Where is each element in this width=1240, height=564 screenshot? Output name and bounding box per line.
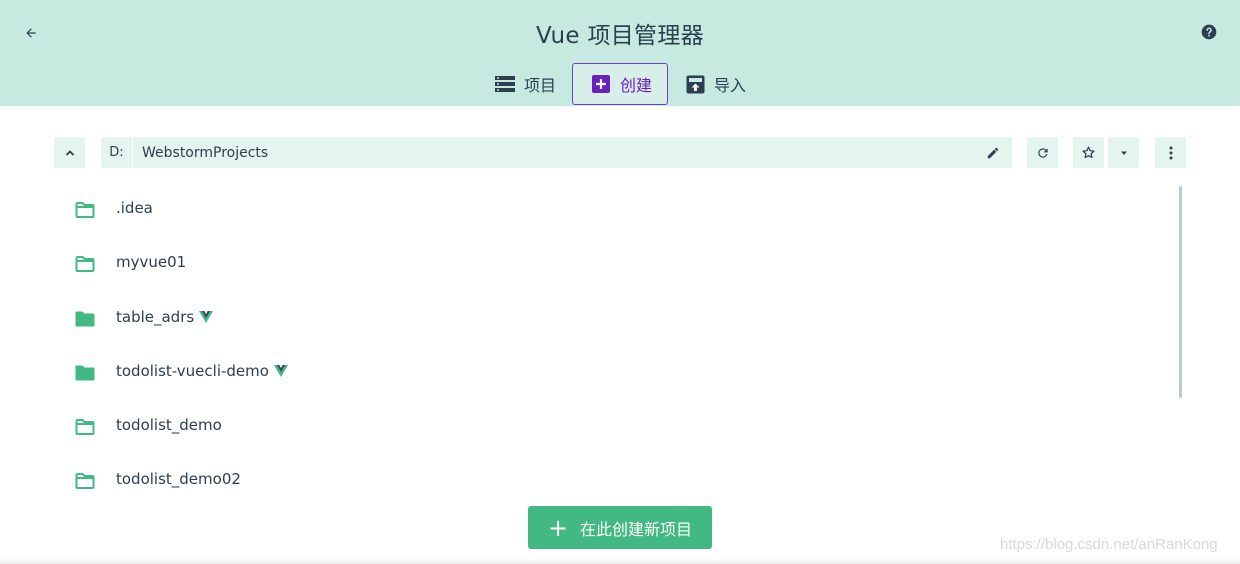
list-icon <box>495 74 515 94</box>
unarchive-icon <box>685 74 705 94</box>
tab-projects[interactable]: 项目 <box>495 63 556 105</box>
edit-path-button[interactable] <box>982 142 1004 164</box>
folder-filled-icon <box>75 311 95 327</box>
header-bar: Vue 项目管理器 项目 创建 导入 <box>0 0 1240 106</box>
folder-name: todolist_demo <box>116 416 222 435</box>
drive-button[interactable]: D: <box>101 137 133 168</box>
refresh-button[interactable] <box>1027 137 1058 168</box>
vue-logo-icon <box>199 310 214 323</box>
path-bar: D: WebstormProjects <box>101 137 1012 168</box>
chevron-up-icon <box>65 149 74 156</box>
page-title: Vue 项目管理器 <box>536 23 704 49</box>
tab-create[interactable]: 创建 <box>572 63 668 105</box>
folder-item[interactable]: todolist_demo <box>54 400 1174 454</box>
more-vertical-icon <box>1169 146 1172 159</box>
favorite-button[interactable] <box>1073 137 1104 168</box>
folder-item[interactable]: .idea <box>54 183 1174 237</box>
star-outline-icon <box>1082 146 1095 159</box>
folder-name: myvue01 <box>116 253 187 272</box>
favorites-dropdown-button[interactable] <box>1108 137 1139 168</box>
folder-item[interactable]: todolist-vuecli-demo <box>54 346 1174 400</box>
folder-filled-icon <box>75 365 95 381</box>
folder-outline-icon <box>75 473 95 490</box>
bottom-divider <box>0 558 1240 564</box>
folder-name: todolist_demo02 <box>116 470 241 489</box>
add-box-icon <box>591 74 611 94</box>
folder-item[interactable]: myvue01 <box>54 237 1174 291</box>
folder-list-scrollbar[interactable] <box>1179 186 1182 398</box>
folder-toolbar: D: WebstormProjects <box>0 137 1240 168</box>
tab-projects-label: 项目 <box>524 76 557 95</box>
plus-icon: + <box>547 513 569 542</box>
tab-import[interactable]: 导入 <box>685 63 746 105</box>
folder-name: .idea <box>116 199 153 217</box>
parent-folder-button[interactable] <box>54 137 85 168</box>
folder-item[interactable]: table_adrs <box>54 292 1174 346</box>
tab-bar: 项目 创建 导入 <box>0 63 1240 106</box>
pencil-icon <box>987 147 999 159</box>
folder-list: .idea myvue01 table_adrs todolist-vuecli… <box>54 183 1174 509</box>
caret-down-icon <box>1120 151 1127 155</box>
folder-name: table_adrs <box>116 308 214 326</box>
create-project-here-button[interactable]: + 在此创建新项目 <box>528 506 712 549</box>
more-options-button[interactable] <box>1155 137 1186 168</box>
help-button[interactable] <box>1198 21 1220 43</box>
watermark-text: https://blog.csdn.net/anRanKong <box>1000 536 1218 553</box>
folder-outline-icon <box>75 202 95 218</box>
folder-name: todolist-vuecli-demo <box>116 362 288 380</box>
tab-create-label: 创建 <box>620 76 653 95</box>
folder-outline-icon <box>75 256 95 273</box>
tab-import-label: 导入 <box>714 76 747 95</box>
vue-logo-icon <box>273 364 288 377</box>
refresh-icon <box>1037 147 1048 158</box>
create-project-here-label: 在此创建新项目 <box>580 519 693 539</box>
folder-item[interactable]: todolist_demo02 <box>54 454 1174 508</box>
folder-outline-icon <box>75 419 95 436</box>
help-circle-icon <box>1201 24 1217 40</box>
path-segment[interactable]: WebstormProjects <box>133 145 268 161</box>
